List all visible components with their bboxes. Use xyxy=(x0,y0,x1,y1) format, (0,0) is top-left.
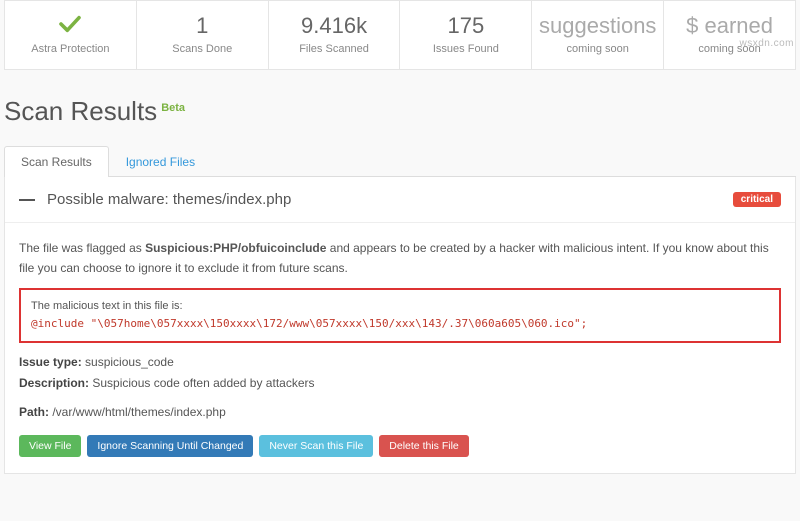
meta-issue-type: Issue type: suspicious_code xyxy=(19,353,781,372)
stat-issues-found-label: Issues Found xyxy=(404,43,527,55)
delete-file-button[interactable]: Delete this File xyxy=(379,435,468,457)
stat-issues-found-value: 175 xyxy=(404,13,527,39)
meta-issue-type-value: suspicious_code xyxy=(82,355,174,369)
stat-files-scanned: 9.416k Files Scanned xyxy=(269,1,401,69)
meta-description-key: Description: xyxy=(19,376,89,390)
page-title-text: Scan Results xyxy=(4,96,157,126)
meta-path-key: Path: xyxy=(19,405,49,419)
stat-earned-value: $ earned xyxy=(668,13,791,39)
panel-scan-results: Possible malware: themes/index.php criti… xyxy=(4,177,796,473)
issue-title: Possible malware: themes/index.php xyxy=(47,191,291,208)
tab-scan-results[interactable]: Scan Results xyxy=(4,146,109,177)
issue-body: The file was flagged as Suspicious:PHP/o… xyxy=(5,223,795,472)
collapse-icon[interactable] xyxy=(19,199,35,201)
stat-scans-done-label: Scans Done xyxy=(141,43,264,55)
stat-files-scanned-value: 9.416k xyxy=(273,13,396,39)
beta-badge: Beta xyxy=(161,102,185,114)
status-badge: critical xyxy=(733,192,781,207)
stat-suggestions: suggestions coming soon xyxy=(532,1,664,69)
meta-issue-type-key: Issue type: xyxy=(19,355,82,369)
meta-description-value: Suspicious code often added by attackers xyxy=(89,376,314,390)
issue-meta: Issue type: suspicious_code Description:… xyxy=(19,353,781,423)
never-scan-button[interactable]: Never Scan this File xyxy=(259,435,373,457)
meta-path-value: /var/www/html/themes/index.php xyxy=(49,405,226,419)
stats-bar: Astra Protection 1 Scans Done 9.416k Fil… xyxy=(4,0,796,70)
issue-desc-flag: Suspicious:PHP/obfuicoinclude xyxy=(145,241,326,255)
meta-path: Path: /var/www/html/themes/index.php xyxy=(19,403,781,422)
issue-actions: View File Ignore Scanning Until Changed … xyxy=(19,435,781,457)
stat-suggestions-value: suggestions xyxy=(536,13,659,39)
issue-desc-prefix: The file was flagged as xyxy=(19,241,145,255)
stat-protection: Astra Protection xyxy=(5,1,137,69)
view-file-button[interactable]: View File xyxy=(19,435,81,457)
stat-earned: $ earned coming soon xyxy=(664,1,795,69)
tab-ignored-files[interactable]: Ignored Files xyxy=(109,146,212,177)
stat-issues-found: 175 Issues Found xyxy=(400,1,532,69)
tabs: Scan Results Ignored Files xyxy=(4,145,796,177)
ignore-scanning-button[interactable]: Ignore Scanning Until Changed xyxy=(87,435,253,457)
check-icon xyxy=(9,13,132,39)
malicious-code: @include "\057home\057xxxx\150xxxx\172/w… xyxy=(31,315,769,333)
malicious-code-box: The malicious text in this file is: @inc… xyxy=(19,288,781,343)
stat-scans-done-value: 1 xyxy=(141,13,264,39)
stat-scans-done: 1 Scans Done xyxy=(137,1,269,69)
watermark: wsxdn.com xyxy=(739,38,794,49)
malicious-label: The malicious text in this file is: xyxy=(31,298,769,316)
page-title: Scan Results Beta xyxy=(4,96,796,127)
stat-protection-label: Astra Protection xyxy=(9,43,132,55)
stat-files-scanned-label: Files Scanned xyxy=(273,43,396,55)
issue-description: The file was flagged as Suspicious:PHP/o… xyxy=(19,239,781,277)
stat-suggestions-label: coming soon xyxy=(536,43,659,55)
issue-header[interactable]: Possible malware: themes/index.php criti… xyxy=(5,177,795,223)
meta-description: Description: Suspicious code often added… xyxy=(19,374,781,393)
